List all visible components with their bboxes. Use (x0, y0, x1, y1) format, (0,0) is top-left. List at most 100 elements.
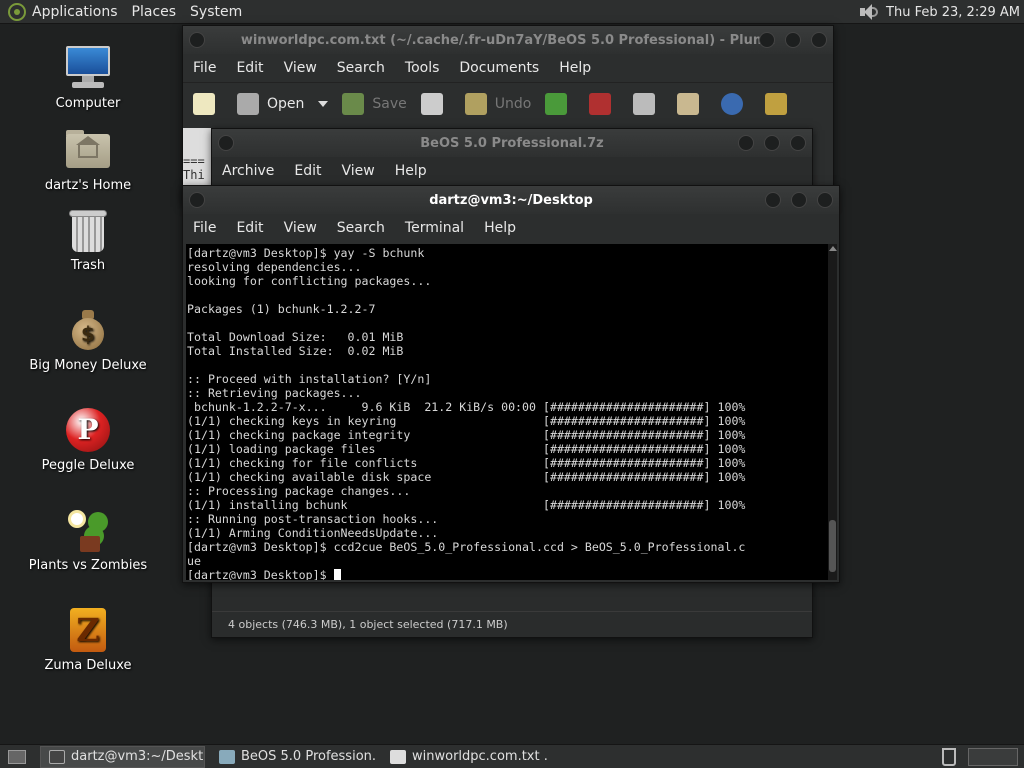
undo-button[interactable]: Undo (464, 92, 531, 115)
terminal-window[interactable]: dartz@vm3:~/Desktop File Edit View Searc… (182, 185, 840, 583)
desktop-icon-computer[interactable]: Computer (28, 44, 148, 111)
money-bag-icon: $ (64, 306, 112, 354)
doc-line: Thi (183, 168, 205, 182)
trash-applet-icon[interactable] (942, 748, 956, 766)
workspace-switcher[interactable] (968, 748, 1018, 766)
terminal-line: (1/1) checking keys in keyring [########… (187, 414, 746, 428)
new-document-icon (193, 92, 215, 115)
terminal-titlebar[interactable]: dartz@vm3:~/Desktop (183, 186, 839, 214)
maximize-button[interactable] (785, 32, 801, 48)
menu-applications[interactable]: Applications (32, 4, 118, 20)
pluma-toolbar: Open Save Undo (183, 82, 833, 124)
distro-logo-icon[interactable] (8, 2, 26, 21)
menu-file[interactable]: File (193, 220, 216, 236)
desktop-icon-label: Trash (70, 258, 106, 273)
maximize-button[interactable] (791, 192, 807, 208)
open-button[interactable]: Open (237, 92, 329, 115)
show-desktop-icon[interactable] (8, 749, 26, 764)
save-icon (342, 92, 365, 115)
terminal-line: (1/1) checking for file conflicts [#####… (187, 456, 746, 470)
desktop-icon-big-money[interactable]: $ Big Money Deluxe (28, 306, 148, 373)
paste-icon (677, 92, 700, 115)
menu-edit[interactable]: Edit (294, 163, 321, 179)
menu-places[interactable]: Places (132, 4, 177, 20)
chevron-down-icon[interactable] (318, 100, 329, 107)
terminal-prompt: [dartz@vm3 Desktop]$ (187, 568, 334, 580)
terminal-line: resolving dependencies... (187, 260, 362, 274)
desktop-icon-trash[interactable]: Trash (28, 206, 148, 273)
redo-icon (545, 92, 568, 115)
find-button[interactable] (721, 92, 751, 115)
window-title: dartz@vm3:~/Desktop (429, 192, 593, 208)
taskbar-item-pluma[interactable]: winworldpc.com.txt ... (382, 746, 547, 768)
new-button[interactable] (193, 92, 223, 115)
close-button[interactable] (790, 135, 806, 151)
desktop-icon-zuma[interactable]: Z Zuma Deluxe (28, 606, 148, 673)
clock[interactable]: Thu Feb 23, 2:29 AM (886, 5, 1020, 20)
menu-view[interactable]: View (284, 220, 317, 236)
task-label: dartz@vm3:~/Deskt... (71, 749, 205, 764)
paste-button[interactable] (677, 92, 707, 115)
redo-button[interactable] (545, 92, 575, 115)
search-icon (721, 92, 744, 115)
zuma-icon: Z (64, 606, 112, 654)
window-menu-icon[interactable] (189, 32, 205, 48)
terminal-line: Total Installed Size: 0.02 MiB (187, 344, 404, 358)
menu-view[interactable]: View (342, 163, 375, 179)
volume-icon[interactable] (858, 3, 879, 21)
bottom-panel: dartz@vm3:~/Deskt... BeOS 5.0 Profession… (0, 744, 1024, 768)
desktop-icon-label: Zuma Deluxe (44, 658, 132, 673)
menu-edit[interactable]: Edit (236, 220, 263, 236)
menu-view[interactable]: View (284, 60, 317, 76)
save-button[interactable]: Save (342, 92, 407, 115)
copy-button[interactable] (633, 92, 663, 115)
menu-archive[interactable]: Archive (222, 163, 274, 179)
cut-button[interactable] (589, 92, 619, 115)
terminal-scrollbar[interactable] (828, 244, 837, 580)
archive-icon (219, 749, 235, 764)
window-menu-icon[interactable] (189, 192, 205, 208)
taskbar-item-terminal[interactable]: dartz@vm3:~/Deskt... (40, 745, 205, 768)
menu-help[interactable]: Help (559, 60, 591, 76)
menu-system[interactable]: System (190, 4, 242, 20)
menu-search[interactable]: Search (337, 60, 385, 76)
pluma-titlebar[interactable]: winworldpc.com.txt (~/.cache/.fr-uDn7aY/… (183, 26, 833, 54)
terminal-prompt-line[interactable]: [dartz@vm3 Desktop]$ (187, 568, 828, 580)
archive-titlebar[interactable]: BeOS 5.0 Professional.7z (212, 129, 812, 157)
close-button[interactable] (817, 192, 833, 208)
terminal-icon (49, 749, 65, 764)
status-text: 4 objects (746.3 MB), 1 object selected … (228, 618, 508, 631)
terminal-line: bchunk-1.2.2-7-x... 9.6 KiB 21.2 KiB/s 0… (187, 400, 746, 414)
menu-help[interactable]: Help (395, 163, 427, 179)
terminal-line: (1/1) installing bchunk [###############… (187, 498, 746, 512)
menu-terminal[interactable]: Terminal (405, 220, 464, 236)
terminal-line: (1/1) checking available disk space [###… (187, 470, 746, 484)
terminal-line: :: Proceed with installation? [Y/n] (187, 372, 432, 386)
save-label: Save (372, 95, 407, 112)
close-button[interactable] (811, 32, 827, 48)
menu-search[interactable]: Search (337, 220, 385, 236)
desktop-icon-label: dartz's Home (44, 178, 132, 193)
maximize-button[interactable] (764, 135, 780, 151)
menu-file[interactable]: File (193, 60, 216, 76)
desktop-icon-home[interactable]: dartz's Home (28, 126, 148, 193)
menu-tools[interactable]: Tools (405, 60, 440, 76)
minimize-button[interactable] (765, 192, 781, 208)
menu-edit[interactable]: Edit (236, 60, 263, 76)
taskbar-item-archive[interactable]: BeOS 5.0 Profession... (211, 746, 376, 768)
desktop-icon-plants-vs-zombies[interactable]: Plants vs Zombies (28, 506, 148, 573)
desktop-icon-peggle[interactable]: P Peggle Deluxe (28, 406, 148, 473)
minimize-button[interactable] (738, 135, 754, 151)
scroll-thumb[interactable] (829, 520, 836, 572)
window-menu-icon[interactable] (218, 135, 234, 151)
print-button[interactable] (420, 92, 451, 115)
replace-button[interactable] (765, 92, 795, 115)
terminal-output[interactable]: [dartz@vm3 Desktop]$ yay -S bchunk resolv… (186, 244, 828, 580)
scroll-up-icon[interactable] (829, 246, 837, 251)
terminal-menubar: File Edit View Search Terminal Help (183, 214, 839, 242)
menu-help[interactable]: Help (484, 220, 516, 236)
minimize-button[interactable] (759, 32, 775, 48)
menu-documents[interactable]: Documents (459, 60, 539, 76)
terminal-line: Packages (1) bchunk-1.2.2-7 (187, 302, 376, 316)
